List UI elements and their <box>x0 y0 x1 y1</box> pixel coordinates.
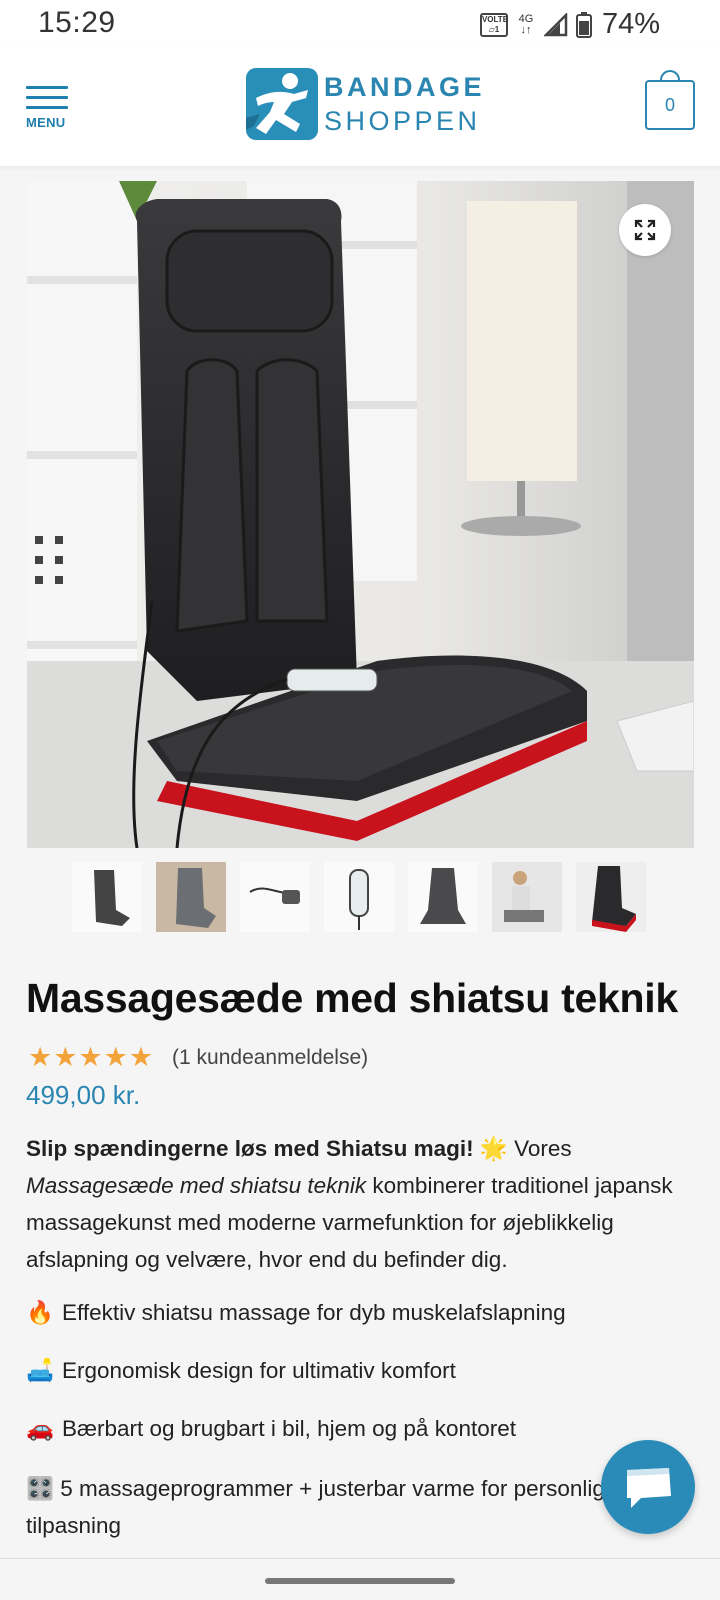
feature-item: 🛋️ Ergonomisk design for ultimativ komfo… <box>26 1354 696 1412</box>
thumbnail-person-on-seat[interactable] <box>492 862 562 932</box>
feature-text: Effektiv shiatsu massage for dyb muskela… <box>62 1300 566 1325</box>
expand-icon <box>634 219 656 241</box>
feature-text: Ergonomisk design for ultimativ komfort <box>62 1358 456 1383</box>
car-emoji-icon: 🚗 <box>26 1416 55 1441</box>
volte-icon: VOLTE ▱1 <box>479 12 508 37</box>
signal-icon <box>543 12 568 37</box>
status-bar: 15:29 VOLTE ▱1 4G ↓↑ 74% <box>0 0 720 46</box>
product-rating: ★★★★★ (1 kundeanmeldelse) <box>28 1042 368 1073</box>
fullscreen-zoom-button[interactable] <box>619 204 671 256</box>
product-title: Massagesæde med shiatsu teknik <box>26 975 678 1021</box>
feature-text: Bærbart og brugbart i bil, hjem og på ko… <box>62 1416 516 1441</box>
status-time: 15:29 <box>38 6 116 39</box>
chat-bubble-icon <box>627 1468 671 1508</box>
description-vores: Vores <box>507 1136 572 1161</box>
thumbnail-seat-on-chair[interactable] <box>576 862 646 932</box>
feature-item: 🎛️ 5 massageprogrammer + justerbar varme… <box>26 1470 696 1544</box>
product-description: Slip spændingerne løs med Shiatsu magi! … <box>26 1130 696 1278</box>
control-knobs-emoji-icon: 🎛️ <box>26 1476 55 1501</box>
feature-item: 🔥 Effektiv shiatsu massage for dyb muske… <box>26 1296 696 1354</box>
home-indicator[interactable] <box>265 1578 455 1584</box>
fire-emoji-icon: 🔥 <box>26 1300 55 1325</box>
rating-stars-icon: ★★★★★ <box>28 1042 155 1072</box>
sparkle-emoji-icon: 🌟 <box>479 1136 508 1161</box>
cart-count: 0 <box>664 95 675 115</box>
thumbnail-seat-back[interactable] <box>408 862 478 932</box>
network-type: 4G ↓↑ <box>518 12 534 36</box>
status-icons: VOLTE ▱1 4G ↓↑ 74% <box>479 8 660 41</box>
thumbnail-seat-in-car[interactable] <box>156 862 226 932</box>
feature-list: 🔥 Effektiv shiatsu massage for dyb muske… <box>26 1296 696 1544</box>
feature-item: 🚗 Bærbart og brugbart i bil, hjem og på … <box>26 1412 696 1470</box>
menu-button[interactable]: MENU <box>26 86 68 130</box>
description-product-name: Massagesæde med shiatsu teknik <box>26 1173 367 1198</box>
menu-label: MENU <box>26 115 66 130</box>
cart-button[interactable]: 0 <box>645 70 695 130</box>
feature-text-with-emoji: 🎛️ 5 massageprogrammer + justerbar varme… <box>26 1476 605 1538</box>
site-header: MENU BANDAGE SHOPPEN 0 <box>0 46 720 166</box>
product-main-image[interactable] <box>27 181 694 848</box>
thumbnail-remote-control[interactable] <box>324 862 394 932</box>
description-headline: Slip spændingerne løs med Shiatsu magi! <box>26 1136 474 1161</box>
thumbnail-strip <box>72 862 646 932</box>
chat-button[interactable] <box>601 1440 695 1534</box>
battery-icon <box>575 11 592 38</box>
reviews-link[interactable]: (1 kundeanmeldelse) <box>172 1046 368 1070</box>
logo-line-2: SHOPPEN <box>324 106 481 136</box>
thumbnail-seat-front[interactable] <box>72 862 142 932</box>
product-price: 499,00 kr. <box>26 1080 141 1110</box>
thumbnail-car-adapter[interactable] <box>240 862 310 932</box>
logo-line-1: BANDAGE <box>324 72 486 102</box>
battery-percentage: 74% <box>601 8 660 40</box>
logo-mark-icon <box>246 68 318 140</box>
site-logo[interactable]: BANDAGE SHOPPEN <box>246 68 485 140</box>
cart-handle-icon <box>660 70 680 82</box>
couch-emoji-icon: 🛋️ <box>26 1358 55 1383</box>
